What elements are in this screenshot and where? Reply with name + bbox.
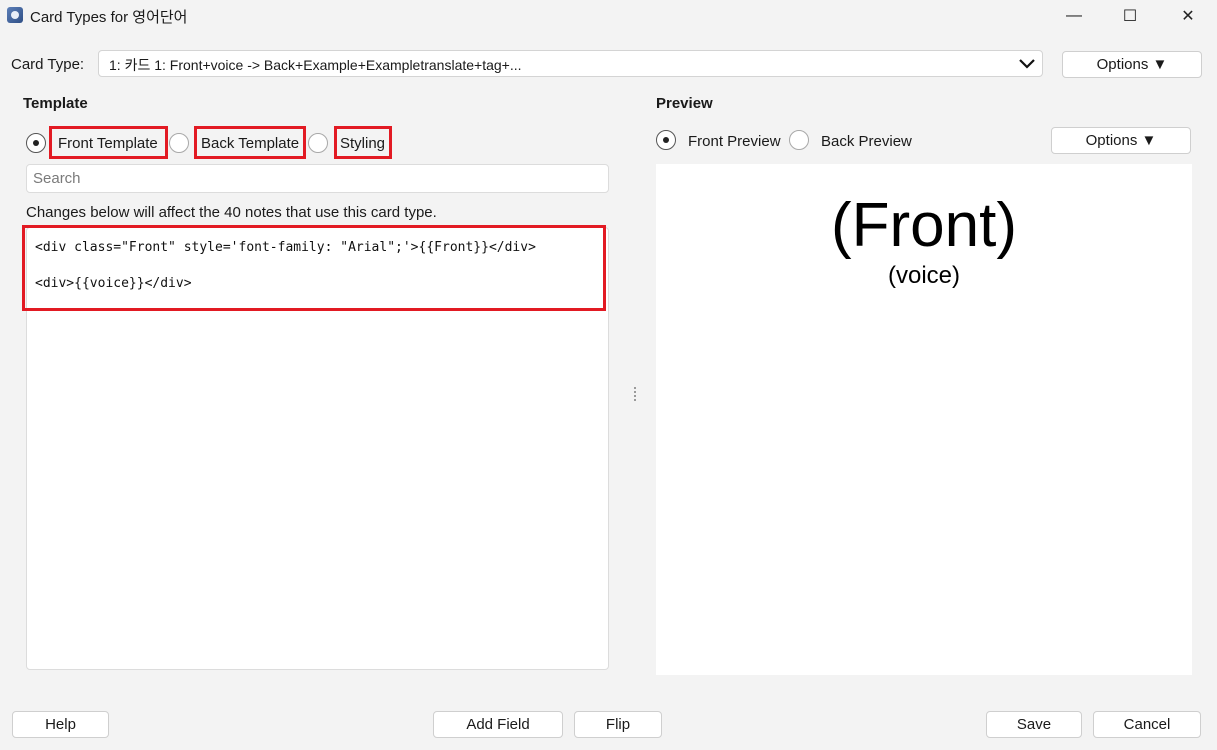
minimize-button[interactable]: — bbox=[1046, 0, 1102, 32]
close-button[interactable]: ✕ bbox=[1160, 0, 1216, 32]
front-preview-label[interactable]: Front Preview bbox=[688, 133, 781, 150]
card-type-label: Card Type: bbox=[11, 56, 85, 73]
preview-pane: (Front) (voice) bbox=[656, 164, 1192, 675]
preview-section-title: Preview bbox=[656, 95, 713, 112]
cancel-button[interactable]: Cancel bbox=[1093, 711, 1201, 738]
styling-label[interactable]: Styling bbox=[340, 135, 385, 152]
close-icon: ✕ bbox=[1181, 8, 1195, 25]
save-button[interactable]: Save bbox=[986, 711, 1082, 738]
back-preview-radio[interactable] bbox=[789, 130, 809, 150]
pane-splitter-handle[interactable] bbox=[633, 387, 637, 403]
front-preview-radio[interactable] bbox=[656, 130, 676, 150]
preview-options-button[interactable]: Options ▼ bbox=[1051, 127, 1191, 154]
maximize-icon: ☐ bbox=[1122, 8, 1138, 25]
preview-front-text: (Front) bbox=[831, 191, 1017, 260]
minimize-icon: — bbox=[1066, 7, 1082, 24]
maximize-button[interactable]: ☐ bbox=[1102, 0, 1158, 32]
help-button[interactable]: Help bbox=[12, 711, 109, 738]
front-template-label[interactable]: Front Template bbox=[58, 135, 158, 152]
chevron-down-icon bbox=[1019, 59, 1035, 69]
notes-affected-notice: Changes below will affect the 40 notes t… bbox=[26, 204, 437, 221]
card-type-selected: 1: 카드 1: Front+voice -> Back+Example+Exa… bbox=[109, 57, 522, 73]
back-template-label[interactable]: Back Template bbox=[201, 135, 299, 152]
back-preview-label[interactable]: Back Preview bbox=[821, 133, 912, 150]
title-bar: Card Types for 영어단어 — ☐ ✕ bbox=[0, 0, 1217, 32]
app-icon bbox=[7, 7, 23, 23]
template-section-title: Template bbox=[23, 95, 88, 112]
styling-radio[interactable] bbox=[308, 133, 328, 153]
add-field-button[interactable]: Add Field bbox=[433, 711, 563, 738]
card-type-select[interactable]: 1: 카드 1: Front+voice -> Back+Example+Exa… bbox=[98, 50, 1043, 77]
back-template-radio[interactable] bbox=[169, 133, 189, 153]
flip-button[interactable]: Flip bbox=[574, 711, 662, 738]
search-input[interactable] bbox=[26, 164, 609, 193]
preview-voice-text: (voice) bbox=[887, 262, 960, 289]
card-type-options-button[interactable]: Options ▼ bbox=[1062, 51, 1202, 78]
code-highlight bbox=[22, 225, 606, 311]
window-title: Card Types for 영어단어 bbox=[30, 9, 188, 26]
front-template-radio[interactable] bbox=[26, 133, 46, 153]
